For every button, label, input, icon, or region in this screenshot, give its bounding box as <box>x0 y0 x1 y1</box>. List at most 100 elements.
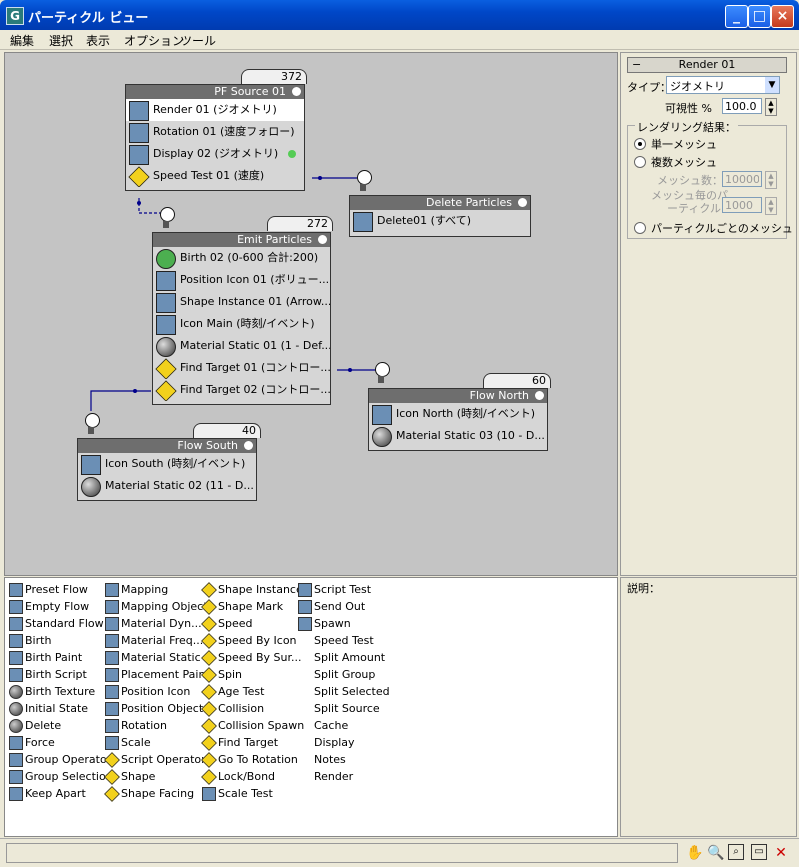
test-row[interactable]: Find Target 01 (コントロー... <box>153 357 330 379</box>
node-emit-particles[interactable]: Emit Particles Birth 02 (0-600 合計:200) P… <box>152 232 331 405</box>
depot-item-label: Speed By Sur... <box>218 651 302 664</box>
node-header: Flow North <box>369 389 547 403</box>
depot-item-label: Split Selected <box>314 685 390 698</box>
operator-row[interactable]: Delete01 (すべて) <box>350 210 530 232</box>
depot-item-label: Birth Script <box>25 668 87 681</box>
operator-row[interactable]: Icon South (時刻/イベント) <box>78 453 256 475</box>
input-socket[interactable] <box>160 207 175 222</box>
depot-item-label: Mapping Object <box>121 600 208 613</box>
depot-item-label: Go To Rotation <box>218 753 298 766</box>
node-header: Delete Particles <box>350 196 530 210</box>
depot-item-label: Shape <box>121 770 156 783</box>
depot-item-label: Script Operator <box>121 753 206 766</box>
particle-graph-canvas[interactable]: 372 PF Source 01 Render 01 (ジオメトリ) Rotat… <box>4 52 618 576</box>
per-mesh-field[interactable] <box>722 197 762 213</box>
menu-edit[interactable]: 編集 <box>10 32 34 49</box>
operator-row[interactable]: Icon North (時刻/イベント) <box>369 403 547 425</box>
operator-row[interactable]: Material Static 02 (11 - D... <box>78 475 256 497</box>
mesh-count-field[interactable] <box>722 171 762 187</box>
socket-stem <box>378 376 384 383</box>
input-socket[interactable] <box>85 413 100 428</box>
type-label: タイプ： <box>627 81 671 94</box>
node-delete-particles[interactable]: Delete Particles Delete01 (すべて) <box>349 195 531 237</box>
per-mesh-spinner[interactable]: ▲ ▼ <box>765 197 777 215</box>
operator-icon <box>202 787 216 801</box>
mesh-count-label: メッシュ数： <box>657 174 723 187</box>
operator-row[interactable]: Render 01 (ジオメトリ) <box>126 99 304 121</box>
operator-row[interactable]: Material Static 01 (1 - Def... <box>153 335 330 357</box>
operator-row[interactable]: Shape Instance 01 (Arrow... <box>153 291 330 313</box>
operator-icon <box>9 651 23 665</box>
menu-display[interactable]: 表示 <box>86 32 110 49</box>
bulb-icon[interactable] <box>535 391 544 400</box>
pf-source-count-tab: 372 <box>241 69 307 84</box>
node-flow-north[interactable]: Flow North Icon North (時刻/イベント) Material… <box>368 388 548 451</box>
mesh-count-spinner[interactable]: ▲ ▼ <box>765 171 777 189</box>
depot-item-label: Split Source <box>314 702 380 715</box>
visibility-spinner[interactable]: ▲ ▼ <box>765 98 777 116</box>
display-icon <box>129 145 149 165</box>
close-button[interactable]: × <box>771 5 794 28</box>
radio-multi-mesh[interactable] <box>634 156 646 168</box>
delete-icon <box>353 212 373 232</box>
bulb-icon[interactable] <box>518 198 527 207</box>
radio-per-particle-mesh[interactable] <box>634 222 646 234</box>
depot-item-label: Collision <box>218 702 265 715</box>
depot-item-label: Render <box>314 770 354 783</box>
operator-row[interactable]: Display 02 (ジオメトリ) <box>126 143 304 165</box>
visibility-label: 可視性 % <box>665 102 712 115</box>
node-flow-south[interactable]: Flow South Icon South (時刻/イベント) Material… <box>77 438 257 501</box>
hand-icon[interactable]: ✋ <box>686 844 704 862</box>
operator-row[interactable]: Rotation 01 (速度フォロー) <box>126 121 304 143</box>
operator-icon <box>105 668 119 682</box>
minimize-button[interactable]: _ <box>725 5 748 28</box>
operator-icon <box>105 600 119 614</box>
operator-row[interactable]: Icon Main (時刻/イベント) <box>153 313 330 335</box>
input-socket[interactable] <box>375 362 390 377</box>
depot-item-label: Preset Flow <box>25 583 88 596</box>
operator-row[interactable]: Material Static 03 (10 - D... <box>369 425 547 447</box>
operator-row[interactable]: Position Icon 01 (ボリュー... <box>153 269 330 291</box>
display-color-dot <box>288 150 296 158</box>
find-target-icon <box>155 380 177 401</box>
title-bar: G パーティクル ビュー _ □ × <box>0 0 799 30</box>
depot-item-label: Shape Facing <box>121 787 195 800</box>
node-pf-source[interactable]: PF Source 01 Render 01 (ジオメトリ) Rotation … <box>125 84 305 191</box>
test-row[interactable]: Find Target 02 (コントロー... <box>153 379 330 401</box>
zoom-extents-icon[interactable]: ▭ <box>751 844 767 860</box>
operator-row[interactable]: Birth 02 (0-600 合計:200) <box>153 247 330 269</box>
depot-item-label: Material Freq... <box>121 634 204 647</box>
depot-item-label: Scale Test <box>218 787 273 800</box>
depot-item-label: Mapping <box>121 583 169 596</box>
no-zoom-icon[interactable]: ✕ <box>772 844 790 862</box>
rollout-header[interactable]: − Render 01 <box>627 57 787 73</box>
test-row[interactable]: Speed Test 01 (速度) <box>126 165 304 187</box>
operator-icon <box>9 583 23 597</box>
zoom-icon[interactable]: 🔍 <box>707 844 725 862</box>
bulb-icon[interactable] <box>244 441 253 450</box>
operator-icon <box>9 634 23 648</box>
description-label: 説明： <box>627 582 660 595</box>
input-socket[interactable] <box>357 170 372 185</box>
menu-options[interactable]: オプション <box>124 32 184 49</box>
zoom-region-icon[interactable]: ⌕ <box>728 844 744 860</box>
menu-tools[interactable]: ツール <box>180 32 216 49</box>
type-dropdown[interactable]: ジオメトリ ▼ <box>666 76 780 94</box>
visibility-field[interactable] <box>722 98 762 114</box>
depot-item-label: Rotation <box>121 719 168 732</box>
menu-select[interactable]: 選択 <box>49 32 73 49</box>
per-particle-mesh-label: パーティクルごとのメッシュ <box>651 222 793 235</box>
operator-icon <box>201 582 217 598</box>
maximize-button[interactable]: □ <box>748 5 771 28</box>
depot-item-label: Split Group <box>314 668 376 681</box>
bulb-icon[interactable] <box>292 87 301 96</box>
radio-single-mesh[interactable] <box>634 138 646 150</box>
bulb-icon[interactable] <box>318 235 327 244</box>
depot-item-label: Placement Paint <box>121 668 210 681</box>
depot-item-label: Material Static <box>121 651 201 664</box>
operator-icon <box>9 719 23 733</box>
depot-item-label: Spawn <box>314 617 351 630</box>
depot-item-label: Initial State <box>25 702 89 715</box>
chevron-down-icon: ▼ <box>765 77 779 93</box>
operator-icon <box>9 668 23 682</box>
